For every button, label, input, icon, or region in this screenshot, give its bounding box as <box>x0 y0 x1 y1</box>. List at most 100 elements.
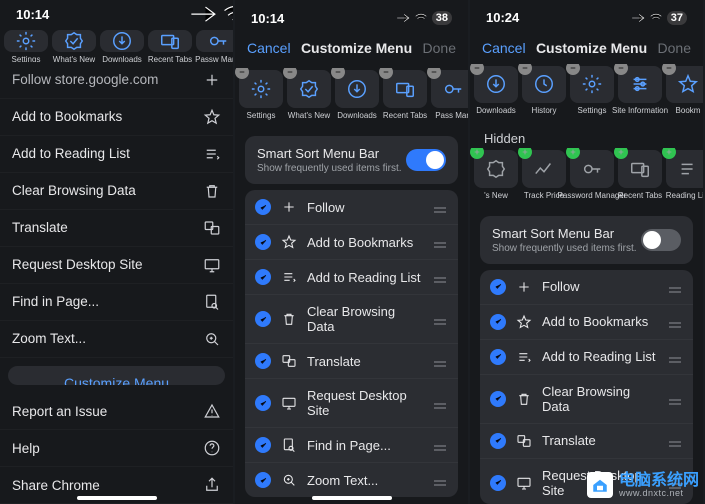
drag-handle[interactable] <box>667 281 683 293</box>
chip-settings[interactable]: Settings <box>570 64 614 122</box>
row-label: Report an Issue <box>12 404 107 419</box>
list-item[interactable]: Follow <box>480 270 693 305</box>
list-item[interactable]: Translate <box>245 344 458 379</box>
remove-badge[interactable] <box>235 68 249 79</box>
list-item[interactable]: Add to Reading List <box>245 260 458 295</box>
drag-handle[interactable] <box>667 316 683 328</box>
chip-passwordmanager[interactable]: Passw Mana <box>196 28 233 61</box>
add-badge[interactable] <box>614 148 628 159</box>
drag-handle[interactable] <box>432 236 448 248</box>
remove-badge[interactable] <box>283 68 297 79</box>
drag-handle[interactable] <box>432 397 448 409</box>
nav-bar: Cancel Customize Menu Done <box>235 36 468 64</box>
chip-whatsnew[interactable]: What's New <box>52 28 96 61</box>
drag-handle[interactable] <box>667 477 683 489</box>
drag-handle[interactable] <box>432 474 448 486</box>
smart-subtitle: Show frequently used items first. <box>492 243 637 254</box>
list-item[interactable]: Request Desktop Site <box>480 459 693 504</box>
remove-badge[interactable] <box>662 64 676 75</box>
chip-downloads[interactable]: Downloads <box>474 64 518 122</box>
clock: 10:24 <box>486 10 519 25</box>
remove-badge[interactable] <box>331 68 345 79</box>
done-button[interactable]: Done <box>658 40 691 56</box>
row-clear-data[interactable]: Clear Browsing Data <box>0 173 233 210</box>
row-follow[interactable]: Follow store.google.com <box>0 62 233 99</box>
tune-icon <box>629 73 651 95</box>
list-item[interactable]: Follow <box>245 190 458 225</box>
airplane-icon <box>189 0 217 28</box>
row-help[interactable]: Help <box>0 430 233 467</box>
chipbar[interactable]: Settings What's New Downloads Recent Tab… <box>0 28 233 61</box>
cancel-button[interactable]: Cancel <box>482 40 526 56</box>
list-item[interactable]: Find in Page... <box>245 428 458 463</box>
smart-toggle[interactable] <box>641 229 681 251</box>
chip-password[interactable]: Password Manager <box>570 148 614 206</box>
chip-siteinfo[interactable]: Site Information <box>618 64 662 122</box>
chipbar[interactable]: Settings What's New Downloads Recent Tab… <box>235 68 468 126</box>
drag-handle[interactable] <box>432 439 448 451</box>
add-badge[interactable] <box>662 148 676 159</box>
chip-settings[interactable]: Settings <box>239 68 283 126</box>
done-button[interactable]: Done <box>423 40 456 56</box>
chip-readinglist[interactable]: Reading List <box>666 148 703 206</box>
drag-handle[interactable] <box>667 435 683 447</box>
row-add-bookmarks[interactable]: Add to Bookmarks <box>0 99 233 136</box>
drag-handle[interactable] <box>667 351 683 363</box>
row-report[interactable]: Report an Issue <box>0 393 233 430</box>
row-label: Add to Bookmarks <box>12 109 122 124</box>
list-item[interactable]: Zoom Text... <box>245 463 458 497</box>
nav-title: Customize Menu <box>301 40 412 56</box>
chip-password[interactable]: Pass Man <box>431 68 468 126</box>
add-badge[interactable] <box>470 148 484 159</box>
drag-handle[interactable] <box>432 201 448 213</box>
row-find[interactable]: Find in Page... <box>0 284 233 321</box>
drag-handle[interactable] <box>432 313 448 325</box>
chip-recenttabs[interactable]: Recent Tabs <box>148 28 192 61</box>
chip-whatsnew[interactable]: What's New <box>287 68 331 126</box>
chip-recenttabs[interactable]: Recent Tabs <box>618 148 662 206</box>
airplane-icon <box>631 11 645 25</box>
chip-downloads[interactable]: Downloads <box>335 68 379 126</box>
chip-whatsnew[interactable]: 's New <box>474 148 518 206</box>
add-badge[interactable] <box>566 148 580 159</box>
remove-badge[interactable] <box>379 68 393 79</box>
bookmarks-icon <box>281 234 297 250</box>
trash-icon <box>203 182 221 200</box>
chip-history[interactable]: History <box>522 64 566 122</box>
list-item[interactable]: Add to Reading List <box>480 340 693 375</box>
row-translate[interactable]: Translate <box>0 210 233 247</box>
chip-downloads[interactable]: Downloads <box>100 28 144 61</box>
chipbar-visible[interactable]: Downloads History Settings Site Informat… <box>470 64 703 122</box>
add-badge[interactable] <box>518 148 532 159</box>
list-item[interactable]: Request Desktop Site <box>245 379 458 428</box>
remove-badge[interactable] <box>470 64 484 75</box>
item-label: Translate <box>542 433 657 448</box>
row-add-reading[interactable]: Add to Reading List <box>0 136 233 173</box>
chip-settings[interactable]: Settings <box>4 28 48 61</box>
customize-button[interactable]: Customize Menu <box>8 366 225 385</box>
list-item[interactable]: Add to Bookmarks <box>245 225 458 260</box>
drag-handle[interactable] <box>432 355 448 367</box>
remove-badge[interactable] <box>614 64 628 75</box>
item-label: Clear Browsing Data <box>307 304 422 334</box>
row-desktop[interactable]: Request Desktop Site <box>0 247 233 284</box>
row-label: Zoom Text... <box>12 331 86 346</box>
row-zoom[interactable]: Zoom Text... <box>0 321 233 358</box>
drag-handle[interactable] <box>432 271 448 283</box>
list-item[interactable]: Clear Browsing Data <box>480 375 693 424</box>
chipbar-hidden[interactable]: 's New Track Price Password Manager Rece… <box>470 148 703 206</box>
drag-handle[interactable] <box>667 393 683 405</box>
remove-badge[interactable] <box>566 64 580 75</box>
item-label: Request Desktop Site <box>307 388 422 418</box>
list-item[interactable]: Translate <box>480 424 693 459</box>
cancel-button[interactable]: Cancel <box>247 40 291 56</box>
remove-badge[interactable] <box>427 68 441 79</box>
list-item[interactable]: Add to Bookmarks <box>480 305 693 340</box>
gear-icon <box>581 73 603 95</box>
list-item[interactable]: Clear Browsing Data <box>245 295 458 344</box>
chip-bookmarks[interactable]: Bookm <box>666 64 703 122</box>
smart-toggle[interactable] <box>406 149 446 171</box>
phone-1-menu: 10:14 38 Settings What's New Downloads R… <box>0 0 233 504</box>
remove-badge[interactable] <box>518 64 532 75</box>
chip-recenttabs[interactable]: Recent Tabs <box>383 68 427 126</box>
